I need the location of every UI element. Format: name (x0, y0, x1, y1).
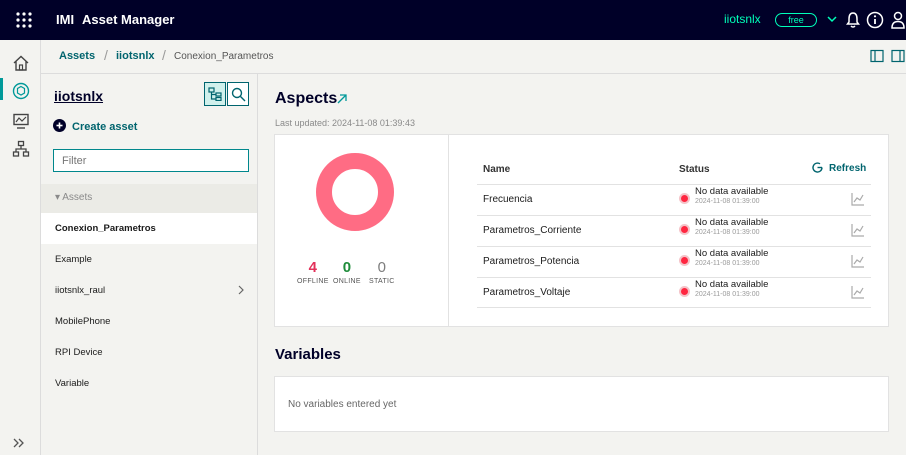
breadcrumb-separator: / (104, 47, 108, 63)
offline-count: 4 (308, 259, 317, 276)
tree-item-label: Conexion_Parametros (55, 223, 156, 234)
plus-circle-icon (53, 119, 66, 132)
breadcrumb-assets[interactable]: Assets (59, 50, 95, 62)
last-updated-text: Last updated: 2024-11-08 01:39:43 (275, 118, 415, 128)
tree-item-rpi-device[interactable]: RPI Device (41, 337, 257, 368)
refresh-icon (812, 162, 823, 173)
hierarchy-icon[interactable] (12, 140, 30, 158)
status-donut-chart (316, 153, 394, 231)
aspect-name: Parametros_Corriente (483, 225, 582, 236)
column-header-name: Name (483, 164, 511, 175)
variables-card: No variables entered yet (274, 376, 889, 432)
tree-item-iiotsnlx-raul[interactable]: iiotsnlx_raul (41, 275, 257, 306)
status-timestamp: 2024-11-08 01:39:00 (695, 260, 760, 267)
table-row[interactable]: Parametros_Voltaje No data available 202… (477, 277, 871, 308)
status-summary: 4 OFFLINE 0 ONLINE 0 STATIC (275, 135, 449, 326)
variables-empty-text: No variables entered yet (288, 399, 397, 410)
monitor-icon[interactable] (12, 112, 30, 130)
breadcrumb-current: Conexion_Parametros (174, 51, 274, 62)
chart-icon[interactable] (851, 192, 865, 206)
top-bar: IMI Asset Manager iiotsnlx free (0, 0, 906, 40)
panel-title[interactable]: iiotsnlx (54, 88, 103, 104)
aspects-card: 4 OFFLINE 0 ONLINE 0 STATIC Name Status … (274, 134, 889, 327)
app-title: Asset Manager (82, 12, 175, 27)
tree-item-label: MobilePhone (55, 316, 111, 327)
refresh-label: Refresh (829, 163, 867, 174)
tree-item-label: Example (55, 254, 92, 265)
offline-label: OFFLINE (297, 278, 329, 285)
asset-tree: ▾ Assets Conexion_Parametros Example iio… (41, 184, 257, 399)
offline-stat: 4 OFFLINE (297, 259, 329, 285)
status-text: No data available (695, 279, 769, 290)
tree-icon (208, 87, 222, 101)
main-content: Aspects Last updated: 2024-11-08 01:39:4… (258, 74, 906, 455)
left-navigation (0, 40, 41, 455)
home-icon[interactable] (12, 54, 30, 72)
chart-icon[interactable] (851, 254, 865, 268)
asset-browser-panel: iiotsnlx Create asset ▾ Assets Conexion_… (41, 74, 258, 455)
chart-icon[interactable] (851, 285, 865, 299)
chevron-down-icon[interactable] (826, 12, 838, 26)
static-count: 0 (377, 259, 386, 276)
breadcrumb: Assets / iiotsnlx / Conexion_Parametros (41, 40, 906, 74)
aspects-title: Aspects (275, 90, 338, 107)
tree-group-header[interactable]: ▾ Assets (41, 184, 257, 213)
tree-item-label: iiotsnlx_raul (55, 285, 106, 296)
filter-input[interactable] (53, 149, 249, 172)
user-icon[interactable] (890, 10, 906, 30)
tree-item-label: Variable (55, 378, 90, 389)
static-stat: 0 STATIC (369, 259, 395, 285)
status-timestamp: 2024-11-08 01:39:00 (695, 229, 760, 236)
offline-status-dot (679, 255, 690, 266)
aspect-name: Parametros_Potencia (483, 256, 580, 267)
expand-nav-icon[interactable] (12, 438, 26, 448)
active-indicator (0, 78, 3, 100)
search-button[interactable] (227, 82, 249, 106)
chevron-right-icon[interactable] (237, 285, 245, 295)
status-text: No data available (695, 248, 769, 259)
plan-badge: free (775, 13, 817, 27)
tree-item-variable[interactable]: Variable (41, 368, 257, 399)
chart-icon[interactable] (851, 223, 865, 237)
status-text: No data available (695, 217, 769, 228)
aspect-name: Frecuencia (483, 194, 533, 205)
online-count: 0 (342, 259, 352, 276)
aspect-name: Parametros_Voltaje (483, 287, 571, 298)
bell-icon[interactable] (845, 11, 861, 29)
status-timestamp: 2024-11-08 01:39:00 (695, 198, 760, 205)
asset-icon[interactable] (12, 82, 30, 100)
breadcrumb-separator: / (162, 47, 166, 63)
variables-title: Variables (275, 346, 341, 363)
offline-status-dot (679, 286, 690, 297)
tenant-selector[interactable]: iiotsnlx (724, 12, 761, 26)
app-launcher-icon[interactable] (14, 10, 34, 30)
open-external-icon[interactable] (336, 93, 348, 105)
status-timestamp: 2024-11-08 01:39:00 (695, 291, 760, 298)
create-asset-label: Create asset (72, 121, 138, 133)
table-row[interactable]: Parametros_Corriente No data available 2… (477, 215, 871, 246)
table-row[interactable]: Frecuencia No data available 2024-11-08 … (477, 184, 871, 215)
tree-item-label: RPI Device (55, 347, 103, 358)
tree-item-example[interactable]: Example (41, 244, 257, 275)
breadcrumb-tenant[interactable]: iiotsnlx (116, 50, 155, 62)
panel-view-icon[interactable] (891, 49, 905, 63)
split-view-icon[interactable] (870, 49, 884, 63)
search-icon (231, 87, 246, 102)
online-stat: 0 ONLINE (333, 259, 361, 285)
table-row[interactable]: Parametros_Potencia No data available 20… (477, 246, 871, 277)
brand-label: IMI (56, 12, 75, 27)
tree-view-button[interactable] (204, 82, 226, 106)
column-header-status: Status (679, 164, 710, 175)
online-label: ONLINE (333, 278, 361, 285)
static-label: STATIC (369, 278, 395, 285)
status-text: No data available (695, 186, 769, 197)
tree-item-mobilephone[interactable]: MobilePhone (41, 306, 257, 337)
info-icon[interactable] (866, 11, 884, 29)
tree-item-conexion-parametros[interactable]: Conexion_Parametros (41, 213, 257, 244)
offline-status-dot (679, 224, 690, 235)
offline-status-dot (679, 193, 690, 204)
